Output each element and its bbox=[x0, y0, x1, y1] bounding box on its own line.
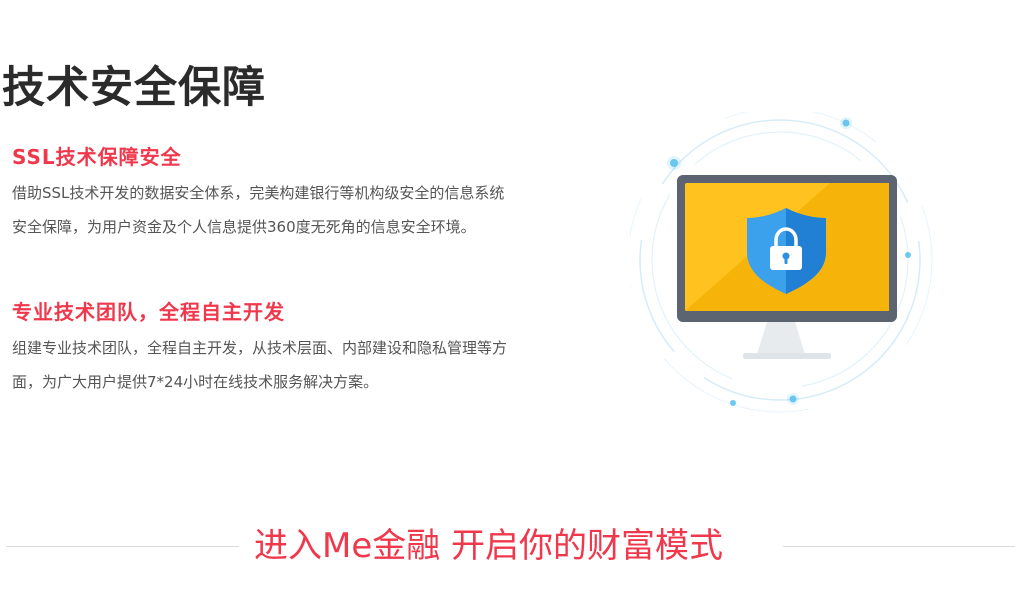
feature-description: 组建专业技术团队，全程自主开发，从技术层面、内部建设和隐私管理等方面，为广大用户… bbox=[12, 339, 508, 391]
secure-monitor-illustration bbox=[627, 107, 950, 422]
feature-description: 借助SSL技术开发的数据安全体系，完美构建银行等机构级安全的信息系统安全保障，为… bbox=[12, 184, 505, 236]
divider-left bbox=[6, 546, 239, 547]
feature-title: SSL技术保障安全 bbox=[12, 145, 182, 169]
feature-team: 专业技术团队，全程自主开发 组建专业技术团队，全程自主开发，从技术层面、内部建设… bbox=[12, 297, 507, 399]
secure-monitor-icon bbox=[627, 107, 933, 413]
page-title: 技术安全保障 bbox=[2, 63, 266, 113]
feature-title: 专业技术团队，全程自主开发 bbox=[12, 300, 285, 324]
enter-me-finance-link[interactable]: 进入Me金融 开启你的财富模式 bbox=[254, 524, 768, 568]
cta-section: 进入Me金融 开启你的财富模式 bbox=[0, 516, 1025, 576]
divider-right bbox=[783, 546, 1015, 547]
feature-ssl: SSL技术保障安全 借助SSL技术开发的数据安全体系，完美构建银行等机构级安全的… bbox=[12, 142, 507, 244]
